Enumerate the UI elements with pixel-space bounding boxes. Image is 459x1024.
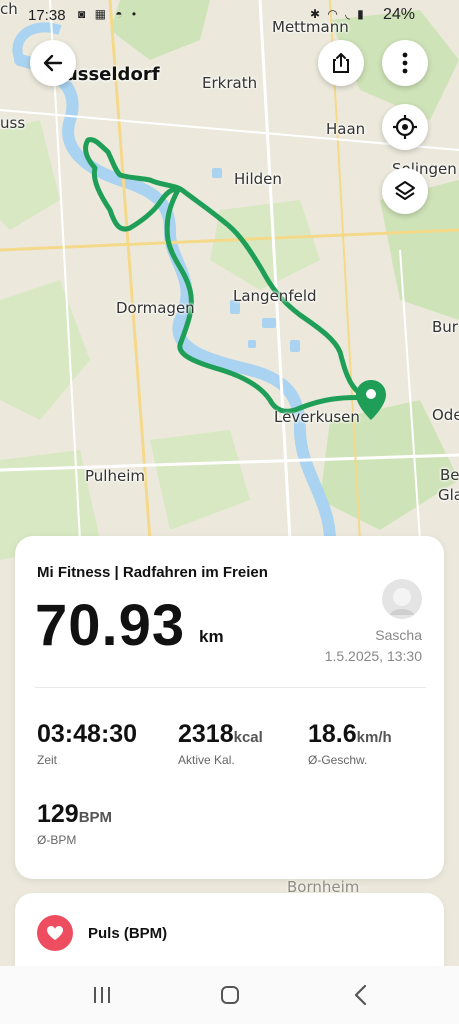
stat-speed-unit: km/h xyxy=(356,729,392,746)
avatar[interactable] xyxy=(382,579,422,619)
signal-icons: ✱ ◠ ◟ ▮ xyxy=(310,7,366,21)
stat-calories-label: Aktive Kal. xyxy=(178,753,235,767)
recent-apps-button[interactable] xyxy=(82,982,122,1008)
more-options-button[interactable] xyxy=(382,40,428,86)
pulse-title: Puls (BPM) xyxy=(88,925,168,942)
workout-title: Mi Fitness | Radfahren im Freien xyxy=(37,564,268,581)
stat-bpm-value: 129 xyxy=(37,800,79,828)
stat-speed: 18.6km/h Ø-Geschw. xyxy=(308,720,392,767)
arrow-left-icon xyxy=(43,54,63,72)
status-time: 17:38 xyxy=(28,7,66,24)
stat-time: 03:48:30 Zeit xyxy=(37,720,137,767)
stat-time-label: Zeit xyxy=(37,753,58,767)
battery-level: 24% xyxy=(383,6,416,23)
map-label-langenfeld: Langenfeld xyxy=(233,287,317,305)
share-button[interactable] xyxy=(318,40,364,86)
map-label-hilden: Hilden xyxy=(234,170,282,188)
locate-button[interactable] xyxy=(382,104,428,150)
heart-icon xyxy=(47,926,63,940)
map-label-bur: Bur xyxy=(432,318,458,336)
map-label-erkrath: Erkrath xyxy=(202,74,258,92)
back-button[interactable] xyxy=(30,40,76,86)
stat-bpm-label: Ø-BPM xyxy=(37,833,77,847)
distance-unit: km xyxy=(199,627,224,646)
stat-calories-value: 2318 xyxy=(178,720,234,748)
distance-value: 70.93 xyxy=(35,593,186,658)
home-button[interactable] xyxy=(210,982,250,1008)
map-label-leverkusen: Leverkusen xyxy=(274,408,360,426)
more-vertical-icon xyxy=(402,52,408,74)
chevron-left-icon xyxy=(354,984,367,1006)
crosshair-icon xyxy=(393,115,417,139)
map-label-be: Be xyxy=(440,466,459,484)
share-icon xyxy=(333,53,349,73)
end-location-pin-icon xyxy=(356,380,386,420)
status-bar: 17:38 ◙ ▦ ◓ • ✱ ◠ ◟ ▮ 24% xyxy=(0,0,459,32)
home-icon xyxy=(221,986,239,1004)
map-label-uss: uss xyxy=(0,114,26,132)
stat-bpm-unit: BPM xyxy=(78,809,113,826)
map-label-dormagen: Dormagen xyxy=(116,299,195,317)
back-nav-button[interactable] xyxy=(340,982,380,1008)
map-layers-button[interactable] xyxy=(382,168,428,214)
map-label-pulheim: Pulheim xyxy=(85,467,145,485)
stat-speed-value: 18.6 xyxy=(308,720,357,748)
stat-calories-unit: kcal xyxy=(233,729,263,746)
workout-summary-card: Mi Fitness | Radfahren im Freien 70.93 k… xyxy=(15,536,444,879)
divider xyxy=(35,687,426,688)
map-label-haan: Haan xyxy=(326,120,366,138)
notification-icons: ◙ ▦ ◓ • xyxy=(78,7,140,21)
system-nav-bar xyxy=(0,966,459,1024)
layers-icon xyxy=(395,181,415,200)
user-name: Sascha xyxy=(375,627,422,643)
stat-calories: 2318kcal Aktive Kal. xyxy=(178,720,263,767)
user-avatar-icon xyxy=(382,579,422,619)
recent-apps-icon xyxy=(94,987,110,1003)
map-label-ode: Ode xyxy=(432,406,459,424)
stat-speed-label: Ø-Geschw. xyxy=(308,753,368,767)
stat-bpm: 129BPM Ø-BPM xyxy=(37,800,112,847)
map-label-gla: Gla xyxy=(438,486,459,504)
heart-badge xyxy=(37,915,73,951)
stat-time-value: 03:48:30 xyxy=(37,720,138,748)
workout-date: 1.5.2025, 13:30 xyxy=(324,648,422,664)
